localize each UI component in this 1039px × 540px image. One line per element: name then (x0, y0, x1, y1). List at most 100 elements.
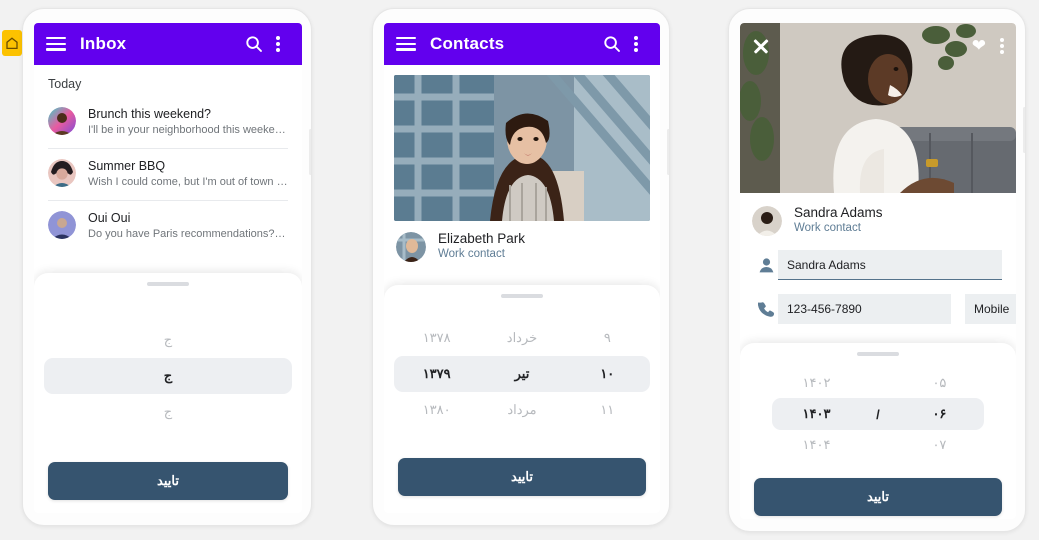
phone-1-screen: Inbox Today Brunch this weekend? I'll be… (34, 23, 302, 513)
phone-side-button[interactable] (309, 129, 311, 175)
picker-cell-month: ۰۷ (932, 437, 947, 452)
confirm-button[interactable]: تایید (398, 458, 646, 496)
picker-row-selected[interactable]: ۱۴۰۳ / ۰۶ (772, 398, 984, 430)
avatar (48, 159, 76, 187)
bottom-sheet: ج ج ج تایید (34, 273, 302, 513)
phone-type-select[interactable]: Mobile Home Work (965, 294, 1016, 324)
contact-summary[interactable]: Sandra Adams Work contact (740, 193, 1016, 236)
picker-cell-year: ۱۴۰۴ (802, 437, 831, 452)
picker-row[interactable]: ج (44, 394, 292, 430)
inbox-list: Today Brunch this weekend? I'll be in yo… (34, 65, 302, 252)
picker-cell-year: ۱۴۰۳ (802, 406, 831, 421)
photo-action-bar: ❤ (740, 23, 1016, 193)
contact-card: Elizabeth Park Work contact (384, 65, 660, 262)
page-title: Contacts (430, 34, 505, 53)
more-vert-icon[interactable] (1000, 37, 1004, 55)
picker-cell-day: ۱۰ (600, 366, 615, 381)
picker-cell-year: ۱۴۰۲ (802, 375, 831, 390)
picker-cell-sep: / (876, 406, 880, 422)
contact-photo (394, 75, 650, 221)
contact-subtitle: Work contact (794, 222, 861, 234)
picker-cell-month: ۰۵ (932, 375, 947, 390)
inbox-app-bar: Inbox (34, 23, 302, 65)
close-icon[interactable] (752, 37, 770, 55)
picker-row[interactable]: ج (44, 322, 292, 358)
bottom-sheet: ۱۳۷۸ خرداد ۹ ۱۳۷۹ تیر ۱۰ ۱۳۸۰ مرداد ۱۱ ت… (384, 285, 660, 513)
hamburger-menu-icon[interactable] (396, 37, 416, 51)
picker-cell-month: ۰۶ (932, 406, 947, 421)
avatar (396, 231, 426, 262)
picker-cell-year: ۱۳۷۸ (422, 330, 451, 345)
picker-cell: ج (163, 404, 173, 419)
message-preview: Wish I could come, but I'm out of town t… (88, 176, 288, 188)
bottom-sheet: ۱۴۰۲ ۰۵ ۱۴۰۳ / ۰۶ ۱۴۰۴ ۰۷ تایید (740, 343, 1016, 519)
picker-row-selected[interactable]: ۱۳۷۹ تیر ۱۰ (394, 356, 650, 392)
list-item[interactable]: Oui Oui Do you have Paris recommendation… (48, 200, 288, 252)
page-title: Inbox (80, 34, 127, 53)
phone-3-screen: ❤ Sandra Adams Work contact Sandra Adams… (740, 23, 1016, 519)
picker-cell-day: ۱۱ (600, 402, 615, 417)
picker-cell: ج (163, 332, 173, 347)
name-input[interactable] (778, 250, 1002, 280)
picker-cell-year: ۱۳۸۰ (422, 402, 451, 417)
avatar (48, 211, 76, 239)
contacts-app-bar: Contacts (384, 23, 660, 65)
message-preview: I'll be in your neighborhood this weeken… (88, 124, 288, 136)
phone-2-screen: Contacts Elizabeth Park Work contact ۱۳۷… (384, 23, 660, 513)
contact-photo-image (394, 75, 650, 221)
month-year-picker[interactable]: ۱۴۰۲ ۰۵ ۱۴۰۳ / ۰۶ ۱۴۰۴ ۰۷ (740, 368, 1016, 460)
search-icon[interactable] (242, 32, 266, 56)
phone-2-frame: Contacts Elizabeth Park Work contact ۱۳۷… (372, 8, 670, 526)
contact-subtitle: Work contact (438, 248, 505, 260)
picker-row[interactable]: ۱۴۰۴ ۰۷ (772, 430, 984, 460)
picker-row[interactable]: ۱۳۷۸ خرداد ۹ (394, 320, 650, 356)
phone-3-frame: ❤ Sandra Adams Work contact Sandra Adams… (728, 8, 1026, 532)
phone-side-button[interactable] (667, 129, 669, 175)
section-label: Today (48, 77, 82, 91)
screenshot-stage: Inbox Today Brunch this weekend? I'll be… (0, 0, 1039, 540)
avatar (752, 205, 782, 236)
phone-input[interactable] (778, 294, 951, 324)
more-vert-icon[interactable] (266, 32, 290, 56)
confirm-button[interactable]: تایید (754, 478, 1002, 516)
heart-filled-icon[interactable]: ❤ (972, 37, 986, 54)
message-preview: Do you have Paris recommendations? Ha… (88, 228, 288, 240)
confirm-button[interactable]: تایید (48, 462, 288, 500)
list-item[interactable]: Brunch this weekend? I'll be in your nei… (48, 101, 288, 148)
phone-icon (754, 301, 778, 318)
message-title: Brunch this weekend? (88, 107, 211, 121)
avatar (48, 107, 76, 135)
list-item[interactable]: Summer BBQ Wish I could come, but I'm ou… (48, 148, 288, 200)
picker-row[interactable]: ۱۴۰۲ ۰۵ (772, 368, 984, 398)
contact-name: Elizabeth Park (438, 231, 526, 246)
drag-handle[interactable] (147, 282, 189, 286)
home-icon-badge[interactable] (2, 30, 22, 56)
picker-row-selected[interactable]: ج (44, 358, 292, 394)
phone-1-frame: Inbox Today Brunch this weekend? I'll be… (22, 8, 312, 526)
hamburger-menu-icon[interactable] (46, 37, 66, 51)
contact-detail-photo: ❤ (740, 23, 1016, 193)
picker-cell-month: تیر (514, 366, 530, 381)
more-vert-icon[interactable] (624, 32, 648, 56)
picker-cell-month: مرداد (507, 402, 537, 417)
message-title: Oui Oui (88, 211, 131, 225)
message-title: Summer BBQ (88, 159, 166, 173)
picker-cell-year: ۱۳۷۹ (422, 366, 451, 381)
person-icon (754, 257, 778, 274)
phone-field-row: Mobile Home Work (740, 294, 1016, 324)
picker-cell-month: خرداد (506, 330, 538, 345)
contact-name: Sandra Adams (794, 205, 883, 220)
picker-row[interactable]: ۱۳۸۰ مرداد ۱۱ (394, 392, 650, 428)
contact-summary[interactable]: Elizabeth Park Work contact (394, 221, 650, 262)
home-icon (6, 36, 18, 49)
name-field-row (740, 250, 1016, 280)
picker-cell-day: ۹ (603, 330, 611, 345)
phone-side-button[interactable] (1023, 107, 1025, 153)
phone-type-select-wrap: Mobile Home Work (965, 294, 1016, 324)
search-icon[interactable] (600, 32, 624, 56)
date-picker[interactable]: ج ج ج (34, 322, 302, 430)
drag-handle[interactable] (501, 294, 543, 298)
picker-cell: ج (163, 368, 173, 383)
date-picker[interactable]: ۱۳۷۸ خرداد ۹ ۱۳۷۹ تیر ۱۰ ۱۳۸۰ مرداد ۱۱ (384, 320, 660, 428)
drag-handle[interactable] (857, 352, 899, 356)
